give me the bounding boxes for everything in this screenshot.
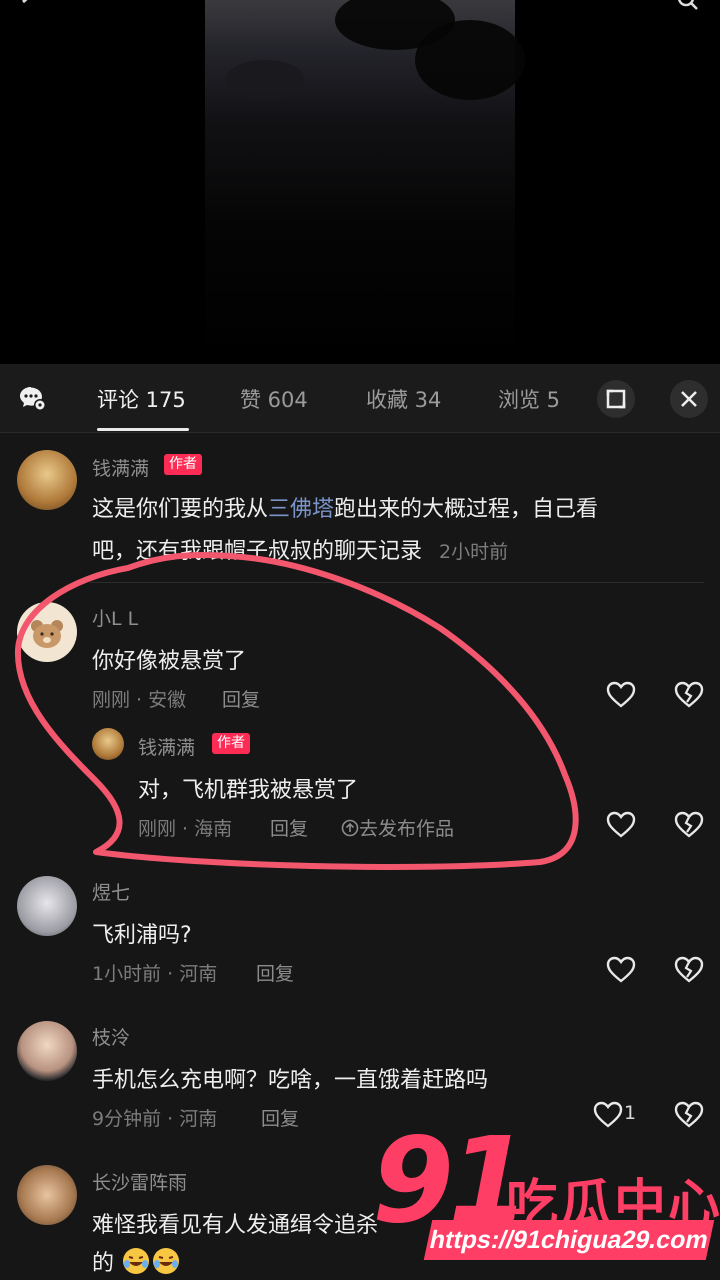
tab-likes[interactable]: 赞 604 [240,384,308,414]
like-heart-icon[interactable] [606,811,636,839]
video-player[interactable] [0,0,720,364]
tab-comments[interactable]: 评论 175 [97,384,186,414]
back-icon[interactable] [18,0,38,12]
author-badge: 作者 [164,454,202,475]
reply-button[interactable]: 回复 [270,814,308,841]
comment-text: 对，飞机群我被悬赏了 [138,778,359,803]
comment-text-part: 的 [92,1251,115,1276]
comment-username[interactable]: 钱满满 [138,733,195,760]
tab-favorites[interactable]: 收藏 34 [366,384,441,414]
comment-text-part: 跑出来的大概过程，自己看 [334,497,599,522]
publish-work-label: 去发布作品 [359,818,455,840]
avatar[interactable] [17,876,77,936]
like-heart-icon[interactable] [606,681,636,709]
comment-text-line2: 的 [92,1245,181,1277]
avatar[interactable] [17,450,77,510]
comment-text: 这是你们要的我从三佛塔跑出来的大概过程，自己看 [92,491,598,523]
upload-icon [341,819,359,837]
avatar[interactable] [17,1165,77,1225]
comment-meta: 刚刚 · 海南 [138,818,233,840]
laughing-emoji-icon [153,1248,180,1274]
expand-icon [606,389,626,409]
avatar[interactable] [17,1021,77,1081]
expand-button[interactable] [597,380,635,418]
comment-text-line2: 吧，还有我跟帽子叔叔的聊天记录 2小时前 [92,533,508,565]
reply-button[interactable]: 回复 [261,1104,299,1131]
comment-text-part: 这是你们要的我从 [92,497,269,522]
comment-text: 手机怎么充电啊？吃啥，一直饿着赶路吗 [92,1068,489,1093]
comment-text: 你好像被悬赏了 [92,649,247,674]
comment-text: 难怪我看见有人发通缉令追杀 [92,1213,379,1238]
publish-work-button[interactable]: 去发布作品 [341,814,454,841]
comment-username[interactable]: 小L L [92,604,138,631]
close-button[interactable] [670,380,708,418]
reply-button[interactable]: 回复 [222,685,260,712]
site-watermark: 91 吃瓜中心 https://91chigua29.com [372,1120,720,1280]
video-frame [205,0,525,364]
avatar[interactable] [17,602,77,662]
chat-settings-icon[interactable] [17,383,47,413]
comment-meta: 刚刚 · 安徽 [92,689,187,711]
close-icon [681,391,697,407]
avatar[interactable] [92,728,124,760]
dislike-broken-heart-icon[interactable] [674,681,704,709]
comment-username[interactable]: 枝泠 [92,1023,130,1050]
comment-time: 2小时前 [439,541,509,563]
tab-views[interactable]: 浏览 5 [498,388,560,412]
comment-link[interactable]: 三佛塔 [268,497,334,522]
watermark-url: https://91chigua29.com [423,1220,715,1260]
comment-meta: 9分钟前 · 河南 [92,1108,218,1130]
comment-text-part: 吧，还有我跟帽子叔叔的聊天记录 [92,539,423,564]
comment-meta: 1小时前 · 河南 [92,963,218,985]
like-heart-icon[interactable] [606,956,636,984]
search-icon[interactable] [676,0,700,16]
comment-username[interactable]: 钱满满 [92,454,149,481]
bear-avatar-icon [31,620,63,648]
dislike-broken-heart-icon[interactable] [674,811,704,839]
dislike-broken-heart-icon[interactable] [674,956,704,984]
reply-button[interactable]: 回复 [256,959,294,986]
comment-username[interactable]: 长沙雷阵雨 [92,1168,187,1195]
divider [90,582,704,583]
comment-text: 飞利浦吗? [92,923,192,948]
comment-username[interactable]: 煜七 [92,878,130,905]
active-tab-indicator [97,428,189,431]
author-badge: 作者 [212,733,250,754]
laughing-emoji-icon [123,1248,150,1274]
tab-views-clip: 浏览 5 [498,384,566,414]
